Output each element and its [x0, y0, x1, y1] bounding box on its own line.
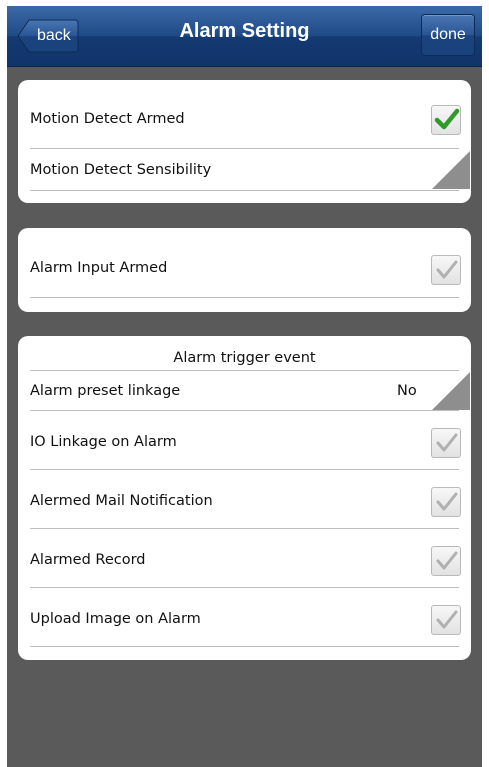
motion-armed-checkbox[interactable]	[431, 105, 461, 135]
preset-linkage-row[interactable]: Alarm preset linkage	[30, 383, 459, 407]
trigger-card: Alarm trigger event Alarm preset linkage…	[18, 336, 471, 660]
upload-image-row[interactable]: Upload Image on Alarm	[30, 611, 459, 635]
divider	[30, 587, 459, 588]
alarmed-record-row[interactable]: Alarmed Record	[30, 552, 459, 576]
divider	[30, 297, 459, 298]
check-icon	[434, 108, 460, 130]
motion-sensibility-row[interactable]: Motion Detect Sensibility	[30, 162, 459, 186]
motion-armed-label: Motion Detect Armed	[30, 111, 185, 127]
check-icon	[436, 610, 458, 629]
mail-notification-label: Alermed Mail Notification	[30, 493, 213, 509]
check-icon	[436, 433, 458, 452]
io-linkage-checkbox[interactable]	[431, 428, 461, 458]
input-armed-row[interactable]: Alarm Input Armed	[30, 260, 459, 284]
app-screen: back Alarm Setting done Motion Detect Ar…	[7, 6, 482, 767]
divider	[30, 646, 459, 647]
check-icon	[436, 492, 458, 511]
alarmed-record-label: Alarmed Record	[30, 552, 146, 568]
mail-notification-row[interactable]: Alermed Mail Notification	[30, 493, 459, 517]
section-title: Alarm trigger event	[173, 350, 316, 366]
motion-sensibility-label: Motion Detect Sensibility	[30, 162, 212, 178]
alarmed-record-checkbox[interactable]	[431, 546, 461, 576]
check-icon	[436, 551, 458, 570]
divider	[30, 469, 459, 470]
dropdown-corner-icon[interactable]	[432, 372, 470, 410]
divider	[30, 148, 459, 149]
page-title: Alarm Setting	[179, 20, 310, 42]
io-linkage-label: IO Linkage on Alarm	[30, 434, 177, 450]
upload-image-label: Upload Image on Alarm	[30, 611, 201, 627]
input-armed-checkbox[interactable]	[431, 255, 461, 285]
divider	[30, 528, 459, 529]
divider	[30, 370, 459, 371]
dropdown-corner-icon[interactable]	[432, 151, 470, 189]
input-armed-label: Alarm Input Armed	[30, 260, 168, 276]
input-card: Alarm Input Armed	[18, 228, 471, 312]
mail-notification-checkbox[interactable]	[431, 487, 461, 517]
io-linkage-row[interactable]: IO Linkage on Alarm	[30, 434, 459, 458]
upload-image-checkbox[interactable]	[431, 605, 461, 635]
divider	[30, 410, 459, 411]
divider	[30, 190, 459, 191]
motion-armed-row[interactable]: Motion Detect Armed	[30, 111, 459, 135]
preset-linkage-value: No	[397, 383, 417, 399]
preset-linkage-label: Alarm preset linkage	[30, 383, 181, 399]
done-button[interactable]: done	[421, 14, 475, 56]
nav-bar: back Alarm Setting done	[7, 6, 482, 67]
check-icon	[436, 260, 458, 279]
motion-card: Motion Detect Armed Motion Detect Sensib…	[18, 80, 471, 203]
